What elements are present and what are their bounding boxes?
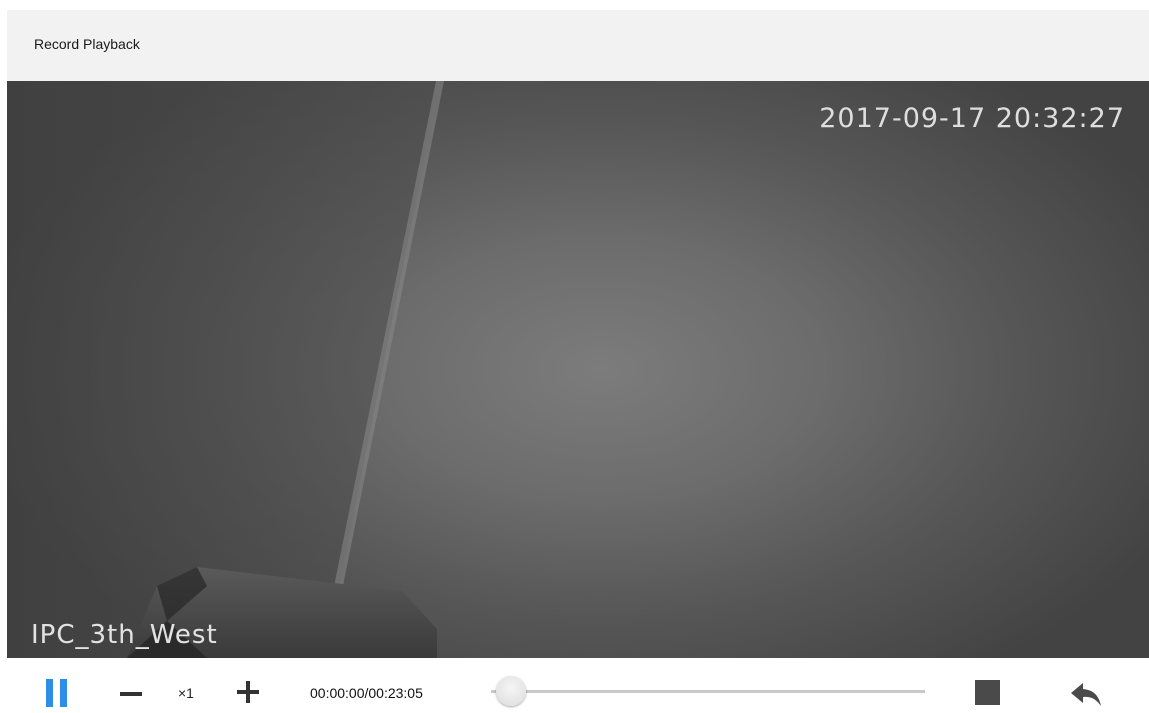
speed-up-button[interactable] [235, 679, 261, 705]
playback-speed-label: ×1 [178, 685, 194, 701]
minus-icon [120, 692, 142, 696]
back-button[interactable] [1069, 680, 1103, 708]
video-viewport[interactable]: 2017-09-17 20:32:27 IPC_3th_West [7, 81, 1149, 658]
stop-button[interactable] [975, 680, 1001, 706]
playback-controls: ×1 00:00:00/00:23:05 [7, 658, 1149, 709]
timecode-display: 00:00:00/00:23:05 [310, 685, 423, 701]
osd-timestamp: 2017-09-17 20:32:27 [819, 103, 1125, 134]
pause-button[interactable] [42, 675, 74, 707]
camera-scene [7, 81, 444, 658]
progress-thumb[interactable] [496, 676, 526, 706]
slow-down-button[interactable] [118, 681, 144, 701]
progress-track[interactable] [491, 690, 925, 693]
pause-icon [46, 679, 53, 707]
progress-slider[interactable] [491, 676, 927, 706]
reply-arrow-icon [1071, 683, 1101, 706]
title-bar: Record Playback [7, 10, 1149, 81]
window-title: Record Playback [34, 36, 140, 52]
osd-camera-name: IPC_3th_West [31, 620, 218, 650]
stop-icon [975, 680, 1000, 705]
record-playback-window: Record Playback 2017-09-17 20:32:27 IPC_… [7, 10, 1149, 709]
